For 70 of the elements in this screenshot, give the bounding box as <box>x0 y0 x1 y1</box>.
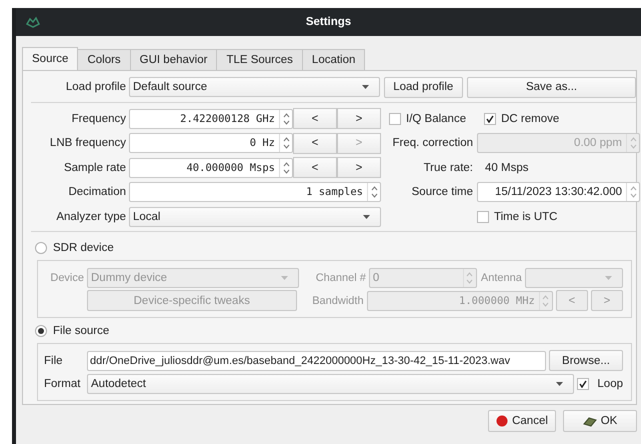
checkbox-label: DC remove <box>501 112 560 124</box>
checkbox[interactable] <box>577 378 590 390</box>
field-label: Freq. correction <box>391 137 473 149</box>
field-label: LNB frequency <box>48 137 126 149</box>
file-path-field[interactable]: ddr/OneDrive_juliosddr@um.es/baseband_2422000000Hz_13-30-42_15-11-2023.wav <box>87 350 546 370</box>
spin-field[interactable]: 1 samples <box>129 182 381 202</box>
caret-icon <box>363 214 370 218</box>
field-label: True rate: <box>422 162 473 174</box>
tab[interactable]: Colors <box>77 49 131 70</box>
format-dropdown[interactable]: Autodetect <box>87 374 574 394</box>
checkbox[interactable] <box>477 210 489 222</box>
save-as-button[interactable]: Save as... <box>467 76 636 98</box>
spin-arrows-icon <box>466 272 474 284</box>
field-label: Channel # <box>314 272 366 284</box>
field-label: Analyzer type <box>55 210 126 222</box>
spin-arrows-icon <box>542 294 550 306</box>
spin-arrows-icon <box>370 186 378 198</box>
spin-field[interactable]: 2.422000128 GHz <box>129 108 293 128</box>
ok-button[interactable]: OK <box>563 410 637 432</box>
checkbox[interactable] <box>484 112 496 124</box>
antenna-dropdown[interactable] <box>524 268 623 288</box>
checkbox-label: Loop <box>597 378 623 390</box>
spin-field[interactable]: 40.000000 Msps <box>129 158 293 178</box>
spin-arrows-icon <box>282 112 290 124</box>
caret-icon <box>605 276 612 280</box>
spin-field[interactable]: 0 Hz <box>129 133 293 153</box>
checkbox-label: Time is UTC <box>494 210 558 222</box>
field-label: Device <box>49 272 84 284</box>
cancel-button[interactable]: Cancel <box>488 410 556 432</box>
spin-arrows-icon <box>630 137 636 149</box>
field-label: Antenna <box>480 272 522 284</box>
field-label: Sample rate <box>62 162 126 174</box>
window-title: Settings <box>306 16 352 28</box>
field-label: Decimation <box>67 186 126 198</box>
radio-label: SDR device <box>53 242 114 254</box>
tab[interactable]: Location <box>302 49 366 70</box>
field-label: Bandwidth <box>311 294 364 306</box>
previous-button[interactable]: < <box>293 157 337 178</box>
field-label: File <box>43 354 64 366</box>
spin-arrows-icon <box>630 186 636 198</box>
field-label: Format <box>43 378 82 390</box>
spin-arrows-icon <box>282 137 290 149</box>
radio-label: File source <box>53 325 110 337</box>
next-button[interactable]: > <box>337 157 381 178</box>
true-rate-value: 40 Msps <box>485 162 528 174</box>
tab[interactable]: GUI behavior <box>130 49 218 70</box>
caret-icon <box>556 382 564 386</box>
checkbox[interactable] <box>389 112 401 124</box>
datetime-field[interactable]: 15/11/2023 13:30:42.000 <box>477 182 640 202</box>
stop-icon <box>496 415 508 427</box>
field-label: Frequency <box>70 112 126 124</box>
field-label: Load profile <box>64 81 126 93</box>
load-profile-button[interactable]: Load profile <box>384 76 464 98</box>
previous-button[interactable]: < <box>293 132 337 154</box>
checkbox-label: I/Q Balance <box>406 112 466 124</box>
browse-button[interactable]: Browse... <box>549 350 623 371</box>
app-icon <box>26 16 40 28</box>
previous-button[interactable]: < <box>293 108 337 129</box>
next-button[interactable]: > <box>337 108 381 129</box>
radio-button[interactable] <box>35 242 47 254</box>
spin-arrows-icon <box>282 162 290 174</box>
profile-dropdown[interactable]: Default source <box>129 77 380 97</box>
tab[interactable]: TLE Sources <box>216 49 303 70</box>
ok-icon <box>582 415 597 427</box>
tab[interactable]: Source <box>22 47 78 70</box>
caret-icon <box>362 85 368 89</box>
analyzer-dropdown[interactable]: Local <box>129 206 381 226</box>
radio-button[interactable] <box>35 325 47 337</box>
field-label: Source time <box>410 186 473 198</box>
caret-icon <box>280 276 288 280</box>
